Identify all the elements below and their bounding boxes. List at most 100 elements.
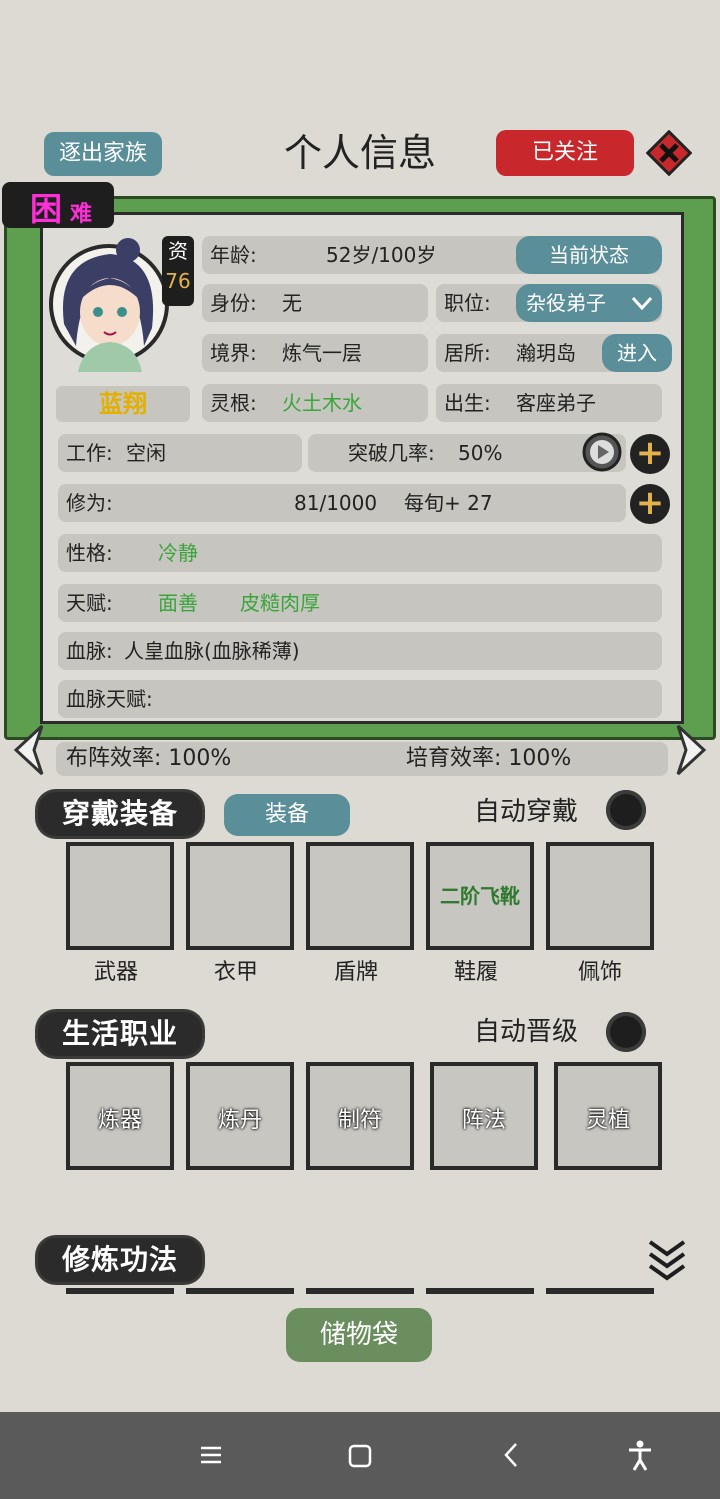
profession-slot-formation[interactable]: 阵法	[430, 1062, 538, 1170]
position-value: 杂役弟子	[526, 291, 606, 315]
current-status-button[interactable]: 当前状态	[516, 236, 662, 274]
cultivation-value: 81/1000	[294, 491, 378, 515]
back-button[interactable]	[496, 1438, 528, 1472]
equipment-slot-label: 鞋履	[453, 960, 498, 985]
avatar[interactable]	[48, 232, 170, 372]
spirit-root-value: 火土木水	[282, 391, 362, 415]
enter-residence-button[interactable]: 进入	[602, 334, 672, 372]
profession-label: 炼丹	[217, 1108, 262, 1133]
profession-slot-talisman[interactable]: 制符	[306, 1062, 414, 1170]
life-profession-section-title: 生活职业	[38, 1012, 202, 1056]
identity-value: 无	[282, 291, 302, 315]
equipment-slot-shield[interactable]	[306, 842, 414, 950]
equip-button[interactable]: 装备	[224, 794, 350, 836]
expel-button[interactable]: 逐出家族	[44, 132, 162, 176]
auto-upgrade-toggle[interactable]	[606, 1012, 646, 1052]
bloodline-label: 血脉:	[66, 639, 113, 663]
status-badge: 困 难	[2, 182, 114, 228]
play-icon	[582, 432, 622, 472]
follow-button[interactable]: 已关注	[496, 130, 634, 176]
techniques-section-title: 修炼功法	[38, 1238, 202, 1282]
equipment-slot-label: 盾牌	[333, 960, 378, 985]
expand-section-button[interactable]	[646, 1238, 688, 1284]
position-label: 职位:	[444, 291, 491, 315]
auto-equip-toggle[interactable]	[606, 790, 646, 830]
identity-label: 身份:	[210, 291, 257, 315]
avatar-portrait	[49, 238, 169, 372]
realm-label: 境界:	[210, 341, 257, 365]
recents-button[interactable]	[194, 1440, 228, 1470]
profession-label: 灵植	[585, 1108, 630, 1133]
auto-equip-label: 自动穿戴	[474, 797, 579, 827]
cultivation-row: 修为: 81/1000 每旬+ 27	[58, 484, 626, 522]
talent-value: 皮糙肉厚	[240, 591, 320, 615]
breakthrough-value: 50%	[458, 441, 503, 465]
bloodline-talent-row: 血脉天赋:	[58, 680, 662, 718]
breakthrough-row: 突破几率: 50%	[308, 434, 626, 472]
age-value: 52岁/100岁	[326, 243, 437, 267]
close-button[interactable]	[645, 129, 693, 177]
breakthrough-plus-button[interactable]: +	[630, 434, 670, 474]
close-icon	[645, 129, 693, 177]
technique-slots-strip	[66, 1288, 656, 1296]
previous-character-button[interactable]	[8, 722, 48, 778]
profession-slot-alchemy[interactable]: 炼丹	[186, 1062, 294, 1170]
equipment-slot-label: 佩饰	[577, 960, 622, 985]
equipment-section-title: 穿戴装备	[38, 792, 202, 836]
equipment-slot-armor[interactable]	[186, 842, 294, 950]
personality-value: 冷静	[158, 541, 198, 565]
profession-label: 阵法	[461, 1108, 506, 1133]
equipment-slot-accessory[interactable]	[546, 842, 654, 950]
cultivation-plus-button[interactable]: +	[630, 484, 670, 524]
position-select[interactable]: 杂役弟子	[516, 284, 662, 322]
cultivation-per-period: 每旬+ 27	[404, 491, 493, 515]
profession-slot-herbalism[interactable]: 灵植	[554, 1062, 662, 1170]
birth-value: 客座弟子	[516, 391, 596, 415]
realm-row: 境界: 炼气一层	[202, 334, 428, 372]
chevron-right-icon	[676, 724, 707, 776]
age-label: 年龄:	[210, 243, 257, 267]
back-icon	[504, 1443, 517, 1467]
talent-label: 天赋:	[66, 591, 113, 615]
residence-label: 居所:	[444, 341, 491, 365]
residence-value: 瀚玥岛	[516, 341, 576, 365]
chevron-down-icon	[630, 284, 654, 334]
profession-label: 制符	[337, 1108, 382, 1133]
accessibility-button[interactable]	[624, 1438, 656, 1472]
realm-value: 炼气一层	[282, 341, 362, 365]
work-value: 空闲	[126, 441, 166, 465]
play-video-button[interactable]	[582, 432, 622, 472]
breeding-efficiency: 培育效率: 100%	[406, 746, 572, 771]
equipment-slot-weapon[interactable]	[66, 842, 174, 950]
birth-row: 出生: 客座弟子	[436, 384, 662, 422]
personality-row: 性格: 冷静	[58, 534, 662, 572]
talent-value: 面善	[158, 591, 198, 615]
equipped-item-name: 二阶飞靴	[440, 884, 520, 908]
personality-label: 性格:	[66, 541, 113, 565]
spirit-root-label: 灵根:	[210, 391, 257, 415]
spirit-root-row: 灵根: 火土木水	[202, 384, 428, 422]
next-character-button[interactable]	[672, 722, 712, 778]
aptitude-label: 资	[168, 239, 188, 263]
menu-icon	[201, 1446, 221, 1464]
cultivation-label: 修为:	[66, 491, 113, 515]
work-label: 工作:	[66, 441, 113, 465]
equipment-slot-shoes[interactable]: 二阶飞靴	[426, 842, 534, 950]
home-button[interactable]	[344, 1440, 376, 1472]
accessibility-icon	[629, 1440, 651, 1471]
aptitude-value: 76	[165, 269, 191, 293]
character-name: 蓝翔	[56, 386, 190, 422]
identity-row: 身份: 无	[202, 284, 428, 322]
bloodline-talent-label: 血脉天赋:	[66, 687, 153, 711]
profession-label: 炼器	[97, 1108, 142, 1133]
work-row: 工作: 空闲	[58, 434, 302, 472]
storage-bag-button[interactable]: 储物袋	[286, 1308, 432, 1362]
bloodline-value: 人皇血脉(血脉稀薄)	[124, 639, 300, 663]
profession-slot-refining[interactable]: 炼器	[66, 1062, 174, 1170]
birth-label: 出生:	[444, 391, 491, 415]
home-square-icon	[348, 1444, 372, 1468]
auto-upgrade-label: 自动晋级	[474, 1017, 579, 1047]
double-chevron-down-icon	[648, 1240, 686, 1281]
page-title: 个人信息	[283, 131, 436, 175]
efficiency-bar: 布阵效率: 100% 培育效率: 100%	[56, 742, 668, 776]
